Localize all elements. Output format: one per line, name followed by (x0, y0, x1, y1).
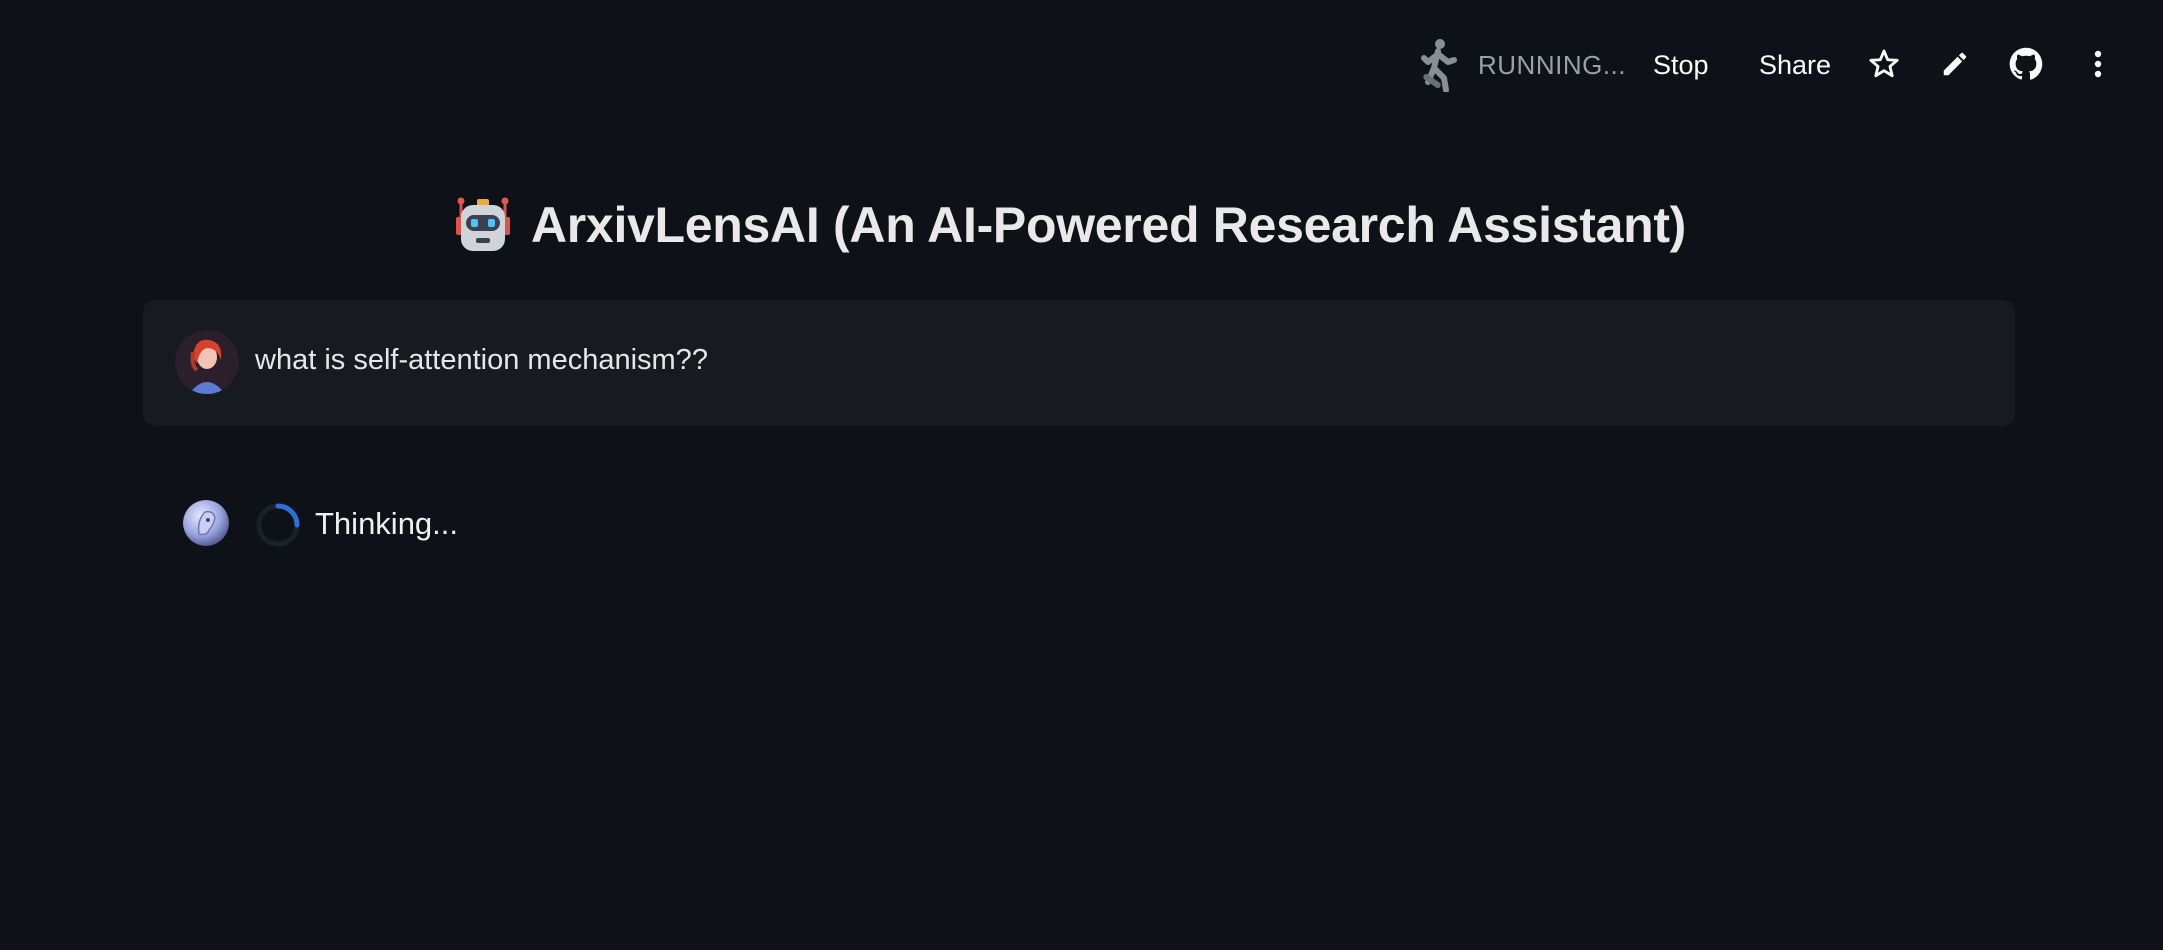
running-man-icon (1421, 39, 1457, 92)
chat-message-assistant: Thinking... (143, 486, 2015, 566)
github-icon (2009, 47, 2043, 80)
loading-spinner-icon (256, 503, 300, 547)
edit-button[interactable] (1935, 44, 1975, 84)
thinking-status: Thinking... (315, 506, 459, 541)
stop-button[interactable]: Stop (1653, 40, 1709, 90)
assistant-avatar (183, 500, 229, 546)
status-label: RUNNING... (1478, 49, 1626, 80)
share-button[interactable]: Share (1759, 40, 1831, 90)
star-button[interactable] (1864, 44, 1904, 84)
user-avatar (175, 330, 239, 394)
page-title-row: ArxivLensAI (An AI-Powered Research Assi… (0, 195, 2151, 255)
more-vertical-icon (2094, 50, 2102, 78)
star-icon (1869, 49, 1899, 78)
page-title: ArxivLensAI (An AI-Powered Research Assi… (530, 197, 1687, 253)
robot-icon (455, 197, 510, 251)
github-button[interactable] (2006, 44, 2046, 84)
user-message-text: what is self-attention mechanism?? (255, 344, 708, 376)
pencil-icon (1943, 52, 1967, 76)
more-menu-button[interactable] (2078, 44, 2118, 84)
running-status: RUNNING... (1418, 36, 1626, 94)
app-page: RUNNING... Stop Share ArxivLensAI (An AI… (0, 0, 2163, 950)
chat-message-user: what is self-attention mechanism?? (143, 300, 2015, 426)
